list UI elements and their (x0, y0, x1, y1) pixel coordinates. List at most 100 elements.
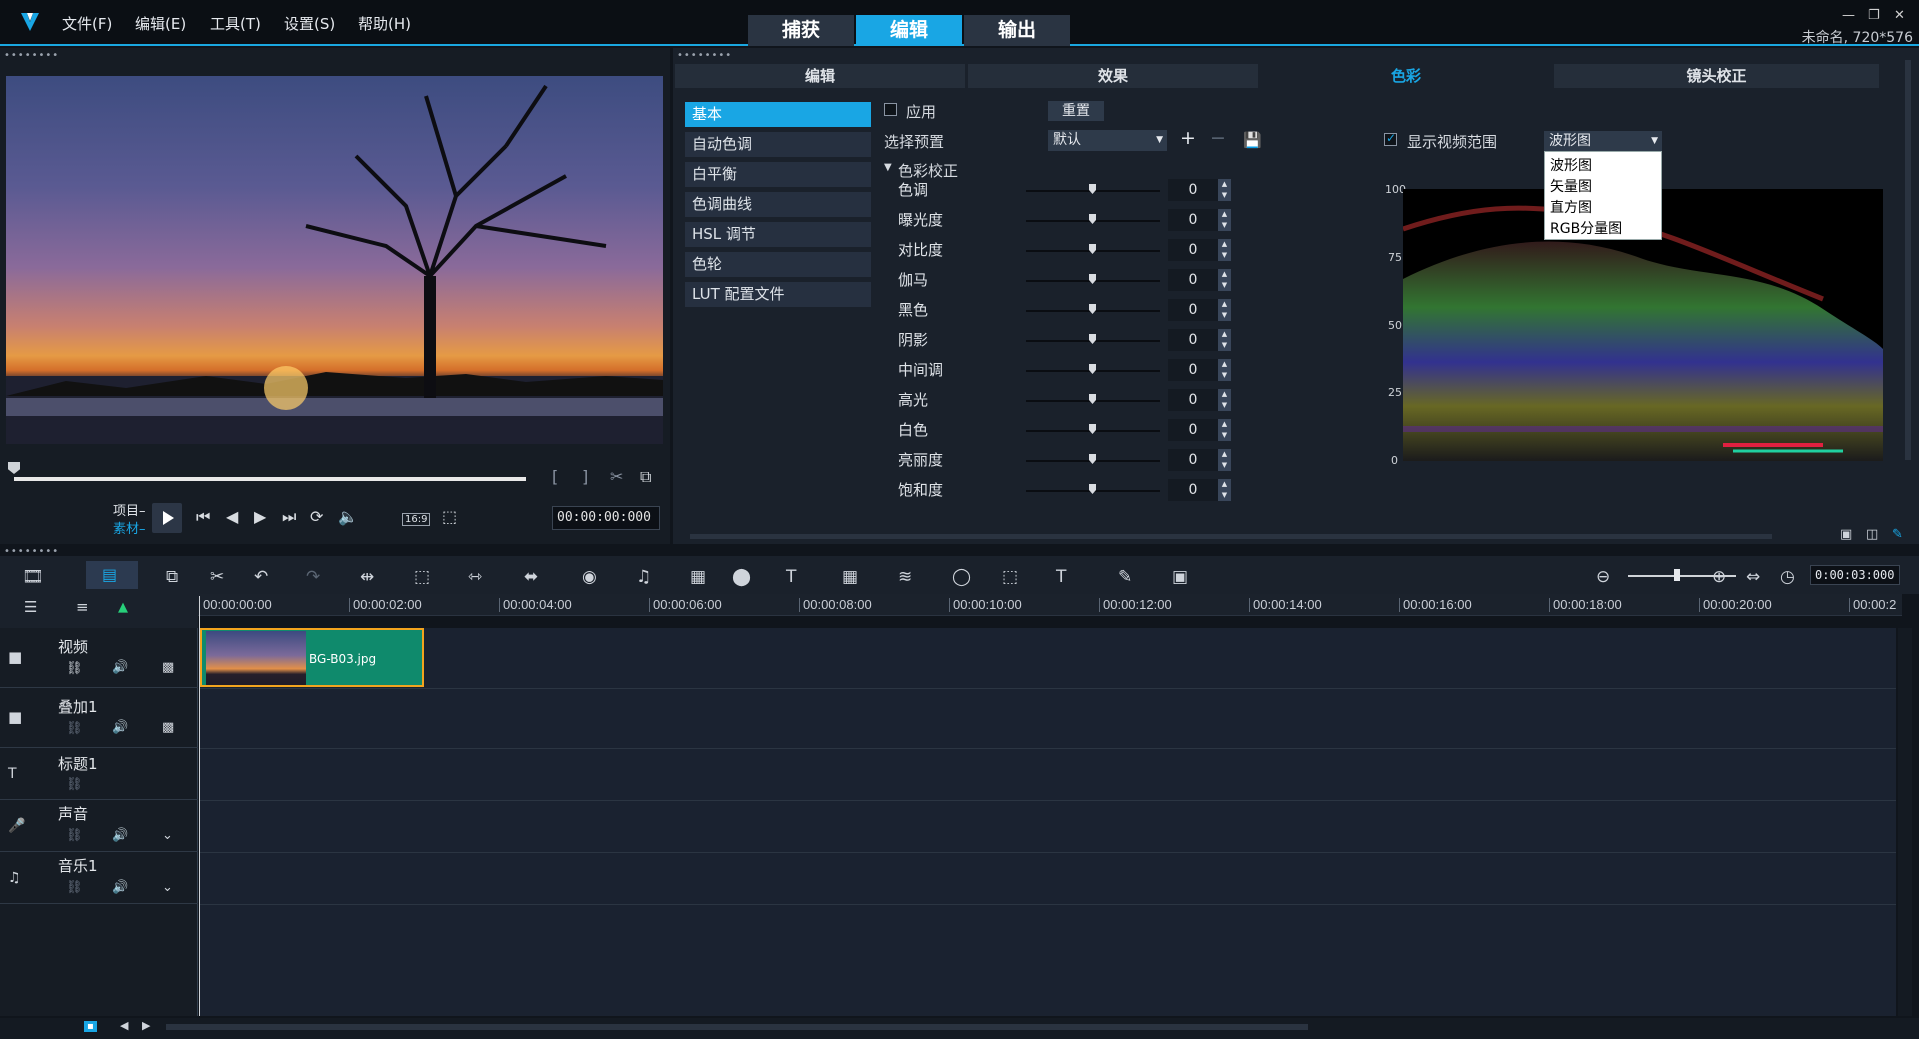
tab-edit-options[interactable]: 编辑 (675, 64, 965, 88)
split-clip-icon[interactable]: ✂ (610, 467, 623, 486)
go-end-icon[interactable]: ⏭ (282, 507, 296, 527)
tab-share[interactable]: 输出 (964, 15, 1070, 46)
spin-arrows-icon[interactable]: ▲ ▼ (1218, 209, 1231, 231)
category-auto-tone[interactable]: 自动色调 (685, 132, 871, 157)
slider-value-input[interactable]: 0 (1168, 449, 1218, 471)
track-header-music[interactable]: ♫ 音乐1 ⛓ 🔊 ⌄ (0, 852, 198, 904)
volume-icon[interactable]: 🔊 (112, 880, 128, 895)
menu-file[interactable]: 文件(F) (62, 13, 112, 34)
spin-arrows-icon[interactable]: ▲ ▼ (1218, 419, 1231, 441)
slider-value-input[interactable]: 0 (1168, 419, 1218, 441)
save-preset-icon[interactable]: 💾 (1243, 131, 1262, 149)
next-frame-icon[interactable]: ▶︎ (254, 507, 266, 526)
slider-value-input[interactable]: 0 (1168, 359, 1218, 381)
previous-frame-icon[interactable]: ◀︎ (226, 507, 238, 526)
audio-icon[interactable]: ♫ (636, 567, 651, 587)
close-icon[interactable]: ✕ (1894, 8, 1905, 23)
volume-icon[interactable]: 🔊 (112, 828, 128, 843)
show-scope-checkbox[interactable]: ✓ (1384, 131, 1397, 146)
spin-arrows-icon[interactable]: ▲ ▼ (1218, 359, 1231, 381)
slider-value-input[interactable]: 0 (1168, 389, 1218, 411)
category-basic[interactable]: 基本 (685, 102, 871, 127)
minimize-icon[interactable]: — (1842, 8, 1855, 23)
tab-effect[interactable]: 效果 (968, 64, 1258, 88)
category-color-wheel[interactable]: 色轮 (685, 252, 871, 277)
slider-value-input[interactable]: 0 (1168, 299, 1218, 321)
track-header-title[interactable]: T 标题1 ⛓ (0, 748, 198, 800)
slider-value-input[interactable]: 0 (1168, 269, 1218, 291)
scroll-left-icon[interactable]: ◀ (120, 1019, 128, 1032)
panel-view-icon[interactable]: ▣ (1840, 527, 1852, 542)
chevron-down-icon[interactable]: ⌄ (162, 880, 173, 895)
track-motion-icon[interactable]: ◯ (952, 567, 971, 587)
panel-layout-icon[interactable]: ◫ (1866, 527, 1878, 542)
add-preset-icon[interactable]: + (1180, 127, 1196, 149)
mark-in-button[interactable]: [ (552, 467, 558, 486)
preset-select[interactable]: 默认 ▼ (1048, 130, 1167, 151)
timeline-hscrollbar[interactable] (166, 1024, 1308, 1030)
grid-toggle-icon[interactable]: ▩ (162, 720, 174, 735)
slider-value-input[interactable]: 0 (1168, 239, 1218, 261)
panel-edit-icon[interactable]: ✎ (1892, 527, 1903, 542)
motion-icon[interactable]: ≋ (898, 567, 912, 587)
video-clip[interactable]: BG-B03.jpg (200, 628, 424, 687)
spin-arrows-icon[interactable]: ▲ ▼ (1218, 299, 1231, 321)
chevron-down-icon[interactable]: ⌄ (162, 828, 173, 843)
timeline-ruler[interactable] (198, 594, 1902, 616)
link-icon[interactable]: ⛓ (66, 828, 83, 843)
add-media-icon[interactable]: ⧉ (166, 567, 178, 587)
timeline-tracks[interactable] (199, 628, 1896, 1016)
slider-value-input[interactable]: 0 (1168, 179, 1218, 201)
play-button[interactable] (152, 503, 182, 533)
pan-zoom-icon[interactable]: ⬚ (414, 567, 430, 587)
slider-value-input[interactable]: 0 (1168, 479, 1218, 501)
spin-arrows-icon[interactable]: ▲ ▼ (1218, 239, 1231, 261)
scope-option-rgb-parade[interactable]: RGB分量图 (1550, 218, 1622, 238)
restore-icon[interactable]: ❐ (1868, 8, 1880, 23)
collapse-arrow-icon[interactable]: ▼ (884, 162, 892, 173)
reset-button[interactable]: 重置 (1048, 101, 1104, 121)
volume-icon[interactable]: 🔈 (338, 507, 358, 526)
spin-arrows-icon[interactable]: ▲ ▼ (1218, 449, 1231, 471)
link-icon[interactable]: ⛓ (66, 661, 83, 676)
panel-scrollbar[interactable] (1905, 60, 1911, 460)
scroll-right-icon[interactable]: ▶ (142, 1019, 150, 1032)
display-mode-icon[interactable]: ⬚ (442, 507, 457, 526)
spin-arrows-icon[interactable]: ▲ ▼ (1218, 179, 1231, 201)
undo-icon[interactable]: ↶ (254, 567, 268, 587)
spin-arrows-icon[interactable]: ▲ ▼ (1218, 389, 1231, 411)
track-header-overlay[interactable]: ■ 叠加1 ⛓ 🔊 ▩ (0, 688, 198, 748)
category-tone-curve[interactable]: 色调曲线 (685, 192, 871, 217)
grid-toggle-icon[interactable]: ▩ (162, 660, 174, 675)
preview-timecode[interactable]: 00:00:00:000 (552, 506, 660, 530)
slider-value-input[interactable]: 0 (1168, 329, 1218, 351)
fit-duration-icon[interactable]: ⇹ (360, 567, 374, 587)
tab-edit[interactable]: 编辑 (856, 15, 962, 46)
category-hsl[interactable]: HSL 调节 (685, 222, 871, 247)
aspect-ratio-button[interactable]: 16:9 (402, 513, 431, 526)
drag-handle-preview[interactable]: •••••••• (4, 50, 59, 61)
zoom-in-icon[interactable]: ⊕ (1712, 567, 1726, 587)
drag-handle-options[interactable]: •••••••• (677, 50, 732, 61)
mark-out-button[interactable]: ] (582, 467, 588, 486)
enlarge-preview-icon[interactable]: ⧉ (640, 467, 651, 487)
subtitle-icon[interactable]: ⬚ (1002, 567, 1018, 587)
volume-icon[interactable]: 🔊 (112, 720, 128, 735)
panel-hscrollbar[interactable] (690, 534, 1772, 539)
remove-preset-icon[interactable]: − (1210, 127, 1226, 149)
link-icon[interactable]: ⛓ (66, 777, 83, 792)
menu-edit[interactable]: 编辑(E) (135, 13, 186, 34)
scope-option-histogram[interactable]: 直方图 (1550, 197, 1592, 217)
tab-capture[interactable]: 捕获 (748, 15, 854, 46)
template-icon[interactable]: ✎ (1118, 567, 1132, 587)
zoom-out-icon[interactable]: ⊖ (1596, 567, 1610, 587)
volume-icon[interactable]: 🔊 (112, 660, 128, 675)
fit-project-icon[interactable]: ⇔ (1746, 567, 1760, 587)
track-height-icon[interactable]: ▪ (84, 1021, 97, 1032)
link-icon[interactable]: ⛓ (66, 721, 83, 736)
tab-color[interactable]: 色彩 (1261, 64, 1551, 88)
scope-option-vectorscope[interactable]: 矢量图 (1550, 176, 1592, 196)
zoom-slider-knob[interactable] (1674, 569, 1680, 581)
menu-settings[interactable]: 设置(S) (284, 13, 335, 34)
redo-icon[interactable]: ↷ (306, 567, 320, 587)
